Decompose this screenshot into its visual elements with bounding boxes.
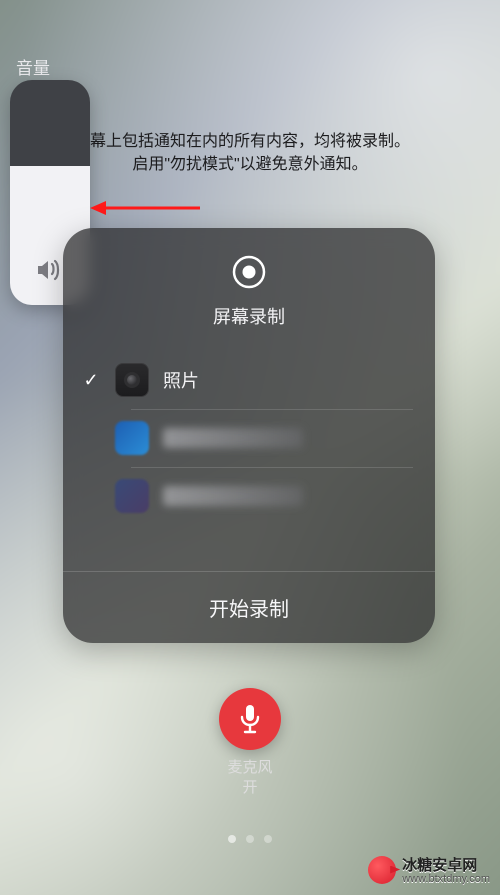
watermark-logo-icon [368, 856, 396, 884]
record-icon [231, 254, 267, 295]
panel-title: 屏幕录制 [213, 303, 285, 329]
page-dot [264, 835, 272, 843]
destination-label: 照片 [163, 367, 199, 393]
start-recording-button[interactable]: 开始录制 [63, 571, 435, 643]
screen-recording-panel: 屏幕录制 ✓ 照片 开始录制 [63, 228, 435, 643]
destination-list: ✓ 照片 [63, 343, 435, 571]
app-icon-blurred [115, 421, 149, 455]
watermark-url: www.btxtdmy.com [402, 873, 490, 885]
destination-item-app3[interactable] [63, 467, 435, 525]
panel-header: 屏幕录制 [63, 228, 435, 343]
notice-line1: 幕上包括通知在内的所有内容，均将被录制。 [90, 133, 410, 150]
destination-label-blurred [163, 486, 303, 506]
watermark-text: 冰糖安卓网 www.btxtdmy.com [402, 854, 490, 885]
volume-label: 音量 [16, 54, 50, 79]
microphone-status-label: 麦克风 开 [227, 758, 272, 799]
camera-lens-icon [124, 372, 140, 388]
mic-label-line1: 麦克风 [227, 759, 272, 776]
page-dot [246, 835, 254, 843]
photos-app-icon [115, 363, 149, 397]
checkmark-icon: ✓ [81, 370, 101, 391]
app-icon-blurred [115, 479, 149, 513]
watermark: 冰糖安卓网 www.btxtdmy.com [368, 854, 490, 885]
start-recording-label: 开始录制 [209, 593, 289, 622]
microphone-icon [237, 703, 263, 735]
watermark-brand: 冰糖安卓网 [402, 857, 477, 874]
notice-line2: 启用"勿扰模式"以避免意外通知。 [132, 156, 367, 173]
destination-item-photos[interactable]: ✓ 照片 [63, 351, 435, 409]
mic-label-line2: 开 [242, 779, 257, 796]
microphone-toggle-button[interactable] [219, 688, 281, 750]
destination-item-app2[interactable] [63, 409, 435, 467]
destination-label-blurred [163, 428, 303, 448]
volume-track-empty [10, 80, 90, 166]
microphone-control: 麦克风 开 [0, 688, 500, 799]
page-dot [228, 835, 236, 843]
page-indicator [0, 835, 500, 843]
